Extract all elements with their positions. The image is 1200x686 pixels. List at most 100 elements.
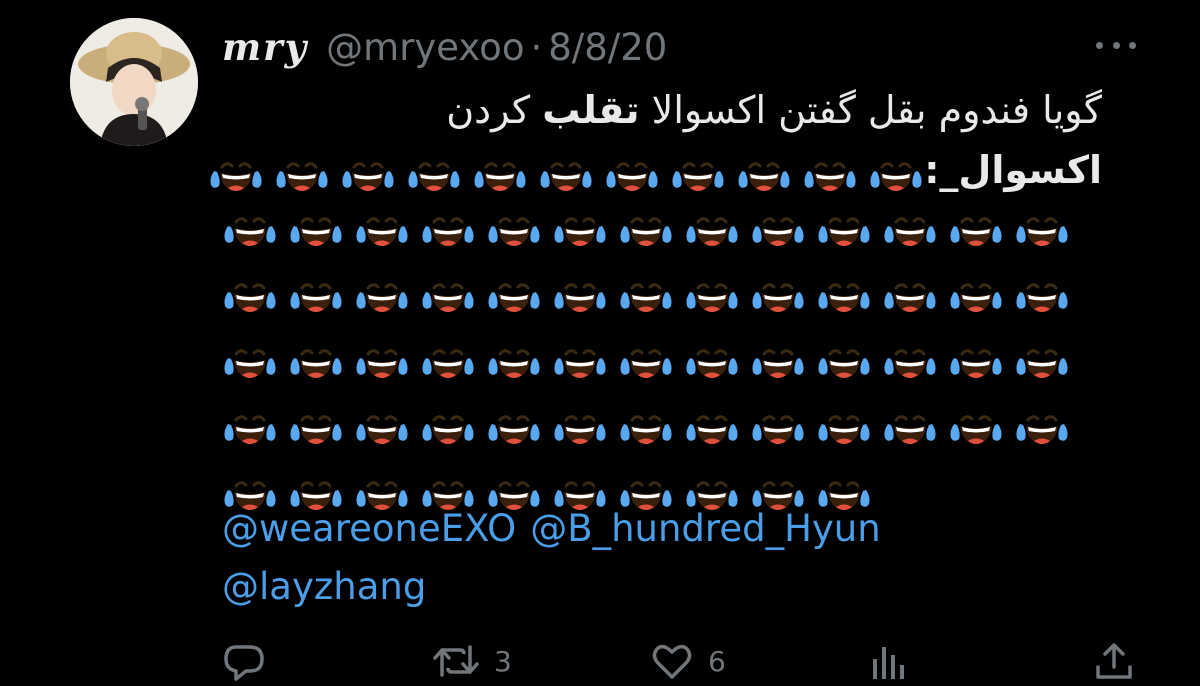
tweet-header: mry @mryexoo · 8/8/20	[222, 22, 667, 72]
share-button[interactable]	[1094, 636, 1134, 686]
laughing-tears-emoji	[342, 148, 394, 195]
laughing-tears-emoji	[1016, 204, 1068, 250]
tweet-date[interactable]: 8/8/20	[548, 23, 667, 73]
laughing-tears-emoji	[818, 402, 870, 448]
retweet-button[interactable]: 3	[432, 636, 512, 686]
mention-link[interactable]: @B_hundred_Hyun	[530, 507, 881, 550]
mentions: @weareoneEXO @B_hundred_Hyun @layzhang	[222, 500, 1122, 616]
text-segment: کردن	[446, 88, 543, 132]
laughing-tears-emoji	[884, 204, 936, 250]
reply-button[interactable]	[222, 636, 280, 686]
laughing-tears-emoji	[356, 336, 408, 382]
laughing-tears-emoji	[422, 336, 474, 382]
emoji-row	[222, 398, 1080, 464]
laughing-tears-emoji	[276, 148, 328, 195]
tweet-text-line-1: گویا فندوم بقل گفتن اکسوالا تقلب کردن	[222, 80, 1102, 140]
laughing-tears-emoji	[950, 204, 1002, 250]
laughing-tears-emoji	[422, 402, 474, 448]
laughing-tears-emoji	[290, 204, 342, 250]
laughing-tears-emoji	[224, 204, 276, 250]
laughing-tears-emoji	[884, 402, 936, 448]
share-icon	[1096, 643, 1132, 679]
laughing-tears-emoji	[474, 148, 526, 195]
laughing-tears-emoji	[752, 204, 804, 250]
laughing-tears-emoji	[686, 270, 738, 316]
laughing-tears-emoji	[752, 336, 804, 382]
laughing-tears-emoji	[620, 204, 672, 250]
laughing-tears-emoji	[870, 148, 922, 195]
laughing-tears-emoji	[950, 402, 1002, 448]
laughing-tears-emoji	[290, 336, 342, 382]
laughing-tears-emoji	[422, 270, 474, 316]
laughing-tears-emoji	[356, 204, 408, 250]
laughing-tears-emoji	[408, 148, 460, 195]
laughing-tears-emoji	[540, 148, 592, 195]
laughing-tears-emoji	[1016, 336, 1068, 382]
analytics-button[interactable]	[868, 636, 908, 686]
like-count: 6	[708, 644, 726, 678]
laughing-tears-emoji	[488, 402, 540, 448]
reply-icon	[224, 645, 264, 681]
laughing-tears-emoji	[488, 204, 540, 250]
like-button[interactable]: 6	[650, 636, 726, 686]
text-bold-word: تقلب	[542, 88, 640, 132]
laughing-tears-emoji	[950, 270, 1002, 316]
laughing-tears-emoji	[488, 336, 540, 382]
mention-link[interactable]: @layzhang	[222, 565, 426, 608]
text-segment: گویا فندوم بقل گفتن اکسوالا	[639, 88, 1102, 132]
laughing-tears-emoji	[606, 148, 658, 195]
laughing-tears-emoji	[224, 402, 276, 448]
laughing-tears-emoji	[686, 204, 738, 250]
emoji-grid	[222, 200, 1080, 530]
laughing-tears-emoji	[804, 148, 856, 195]
laughing-tears-emoji	[1016, 270, 1068, 316]
tweet-actions: 3 6	[222, 636, 1142, 686]
laughing-tears-emoji	[950, 336, 1002, 382]
like-icon	[652, 644, 692, 679]
separator-dot: ·	[530, 26, 543, 69]
more-icon[interactable]	[1096, 38, 1136, 52]
avatar[interactable]	[70, 18, 198, 146]
laughing-tears-emoji	[620, 402, 672, 448]
laughing-tears-emoji	[356, 402, 408, 448]
laughing-tears-emoji	[752, 402, 804, 448]
laughing-tears-emoji	[686, 402, 738, 448]
laughing-tears-emoji	[672, 148, 724, 195]
laughing-tears-emoji	[818, 204, 870, 250]
emoji-row	[222, 200, 1080, 266]
laughing-tears-emoji	[554, 270, 606, 316]
laughing-tears-emoji	[1016, 402, 1068, 448]
analytics-icon	[873, 647, 904, 679]
laughing-tears-emoji	[210, 148, 262, 195]
laughing-tears-emoji	[738, 148, 790, 195]
laughing-tears-emoji	[818, 336, 870, 382]
avatar-image	[70, 18, 198, 146]
tweet-text-line-2: اکسوال_:	[210, 140, 1102, 201]
laughing-tears-emoji	[356, 270, 408, 316]
laughing-tears-emoji	[686, 336, 738, 382]
laughing-tears-emoji	[224, 270, 276, 316]
display-name[interactable]: mry	[222, 22, 308, 72]
laughing-tears-emoji	[620, 270, 672, 316]
laughing-tears-emoji	[752, 270, 804, 316]
retweet-icon	[433, 645, 479, 677]
mention-link[interactable]: @weareoneEXO	[222, 507, 516, 550]
text-hashtag-prefix: اکسوال_:	[924, 148, 1102, 192]
emoji-row	[222, 266, 1080, 332]
more-dot	[1112, 41, 1120, 49]
laughing-tears-emoji	[884, 336, 936, 382]
laughing-tears-emoji	[290, 270, 342, 316]
laughing-tears-emoji	[554, 204, 606, 250]
emoji-inline-group	[198, 148, 924, 195]
laughing-tears-emoji	[488, 270, 540, 316]
laughing-tears-emoji	[554, 336, 606, 382]
laughing-tears-emoji	[290, 402, 342, 448]
laughing-tears-emoji	[422, 204, 474, 250]
laughing-tears-emoji	[224, 336, 276, 382]
laughing-tears-emoji	[818, 270, 870, 316]
emoji-row	[222, 332, 1080, 398]
user-handle[interactable]: @mryexoo	[326, 23, 524, 73]
laughing-tears-emoji	[554, 402, 606, 448]
retweet-count: 3	[494, 644, 512, 678]
more-dot	[1129, 41, 1136, 49]
